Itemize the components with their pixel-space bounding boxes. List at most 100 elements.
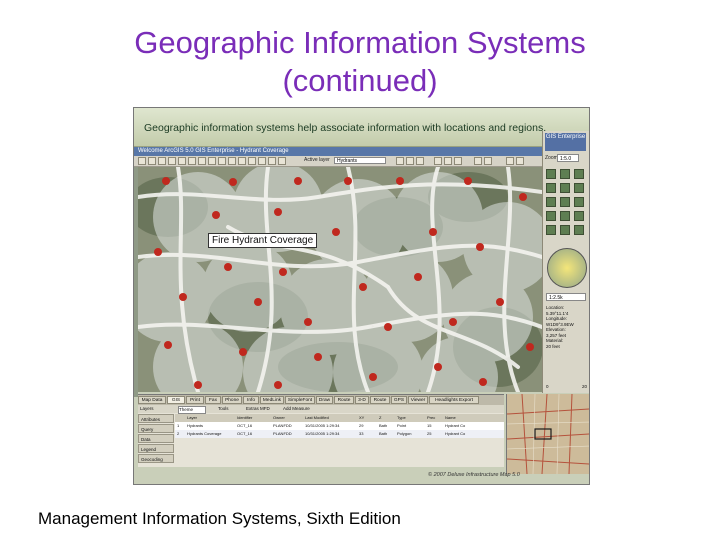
slide-title: Geographic Information Systems (continue… (0, 24, 720, 100)
overview-map[interactable] (506, 394, 589, 474)
data-button[interactable]: Data (138, 434, 174, 443)
query-button[interactable]: Query (138, 424, 174, 433)
copy-icon[interactable] (188, 157, 196, 165)
info-icon[interactable] (516, 157, 524, 165)
tab-gps[interactable]: GPS (391, 396, 407, 404)
tab-fax[interactable]: Fax (205, 396, 221, 404)
print-tool-icon[interactable] (546, 225, 556, 235)
slide-title-line2: (continued) (282, 63, 438, 98)
toolbar: Active layer Hydrants (134, 156, 542, 167)
tab-print[interactable]: Print (186, 396, 204, 404)
scale-field[interactable]: 1:2.5k (546, 293, 586, 301)
rotate-tool-icon[interactable] (574, 169, 584, 179)
pointer-icon[interactable] (434, 157, 442, 165)
edit-tool-icon[interactable] (560, 197, 570, 207)
table-cell: 1 (177, 423, 180, 428)
zoom-tool-icon[interactable] (560, 169, 570, 179)
zoom-in-icon[interactable] (218, 157, 226, 165)
table-cell: PLANFDD (273, 431, 292, 436)
magnify-icon[interactable] (454, 157, 462, 165)
tab-gis[interactable]: GIS (167, 396, 185, 404)
add-measure-button[interactable]: Add Measure (283, 406, 310, 412)
tab-simplefont[interactable]: SimpleFont (285, 396, 315, 404)
save-icon[interactable] (158, 157, 166, 165)
export-tool-icon[interactable] (560, 225, 570, 235)
tab-draw[interactable]: Draw (316, 396, 333, 404)
table-header-cell: Identifier (237, 415, 253, 420)
refresh-icon[interactable] (396, 157, 404, 165)
tab-phone[interactable]: Phone (222, 396, 242, 404)
table-row[interactable]: 2 Hydrants Coverage OCT_16 PLANFDD 10/31… (175, 430, 504, 438)
paste-icon[interactable] (198, 157, 206, 165)
arrows-icon[interactable] (484, 157, 492, 165)
table-header-cell: Layer (187, 415, 198, 420)
pan-tool-icon[interactable] (546, 169, 556, 179)
layers-select[interactable]: Theme (178, 406, 206, 414)
layers-icon[interactable] (406, 157, 414, 165)
table-row[interactable]: 1 Hydrants OCT_16 PLANFDD 10/31/2005 1:2… (175, 422, 504, 430)
table-cell: PLANFDD (273, 423, 292, 428)
table-cell: 10/31/2005 1:29:34 (305, 423, 340, 428)
attributes-button[interactable]: Attributes (138, 414, 174, 423)
tab-info[interactable]: Info (243, 396, 259, 404)
identify-tool-icon[interactable] (560, 183, 570, 193)
table-cell: Hydrants Coverage (187, 431, 222, 436)
zoom-field[interactable]: 1:5.0 (557, 154, 579, 162)
tools-menu[interactable]: Tools (218, 406, 229, 412)
undo-icon[interactable] (208, 157, 216, 165)
measure-tool-icon[interactable] (574, 183, 584, 193)
extras-menu[interactable]: Extras MFD (246, 406, 270, 412)
draw-tool-icon[interactable] (546, 197, 556, 207)
globe-icon[interactable] (278, 157, 286, 165)
tab-bar: Map Data GIS Print Fax Phone Info MedLin… (138, 395, 504, 405)
help-icon[interactable] (506, 157, 514, 165)
zoom-slider[interactable]: 0 20 (546, 384, 587, 390)
window-title: Welcome ArcGIS 5.0 GIS Enterprise - Hydr… (134, 147, 546, 156)
erase-tool-icon[interactable] (574, 197, 584, 207)
tab-3d[interactable]: 3-D (355, 396, 369, 404)
table-cell: Polygon (397, 431, 412, 436)
tab-route-2[interactable]: Route (370, 396, 390, 404)
table-cell: Hydrant Co (445, 431, 466, 436)
table-cell: 15 (427, 423, 432, 428)
layers-label: Layers (140, 406, 154, 411)
tab-map-data[interactable]: Map Data (138, 396, 166, 404)
slider-max: 20 (581, 384, 587, 389)
query-tool-icon[interactable] (574, 211, 584, 221)
cut-icon[interactable] (178, 157, 186, 165)
geocoding-button[interactable]: Geocoding (138, 454, 174, 463)
tab-viewer[interactable]: Viewer (408, 396, 428, 404)
table-cell: 33 (359, 431, 364, 436)
compass-icon[interactable] (547, 248, 587, 288)
table-cell: 10/31/2005 1:29:34 (305, 431, 340, 436)
tab-headlights-export[interactable]: Headlights Export (429, 396, 479, 404)
layer-tool-icon[interactable] (574, 225, 584, 235)
tab-medlink[interactable]: MedLink (260, 396, 284, 404)
active-layer-select[interactable]: Hydrants (334, 157, 386, 164)
map-view[interactable]: Fire Hydrant Coverage (138, 167, 542, 392)
open-icon[interactable] (148, 157, 156, 165)
tab-route[interactable]: Route (334, 396, 354, 404)
hand-icon[interactable] (444, 157, 452, 165)
info-line: 20 feet (546, 343, 560, 349)
buffer-tool-icon[interactable] (560, 211, 570, 221)
measure-icon[interactable] (268, 157, 276, 165)
route-tool-icon[interactable] (546, 211, 556, 221)
table-cell: 29 (359, 423, 364, 428)
table-header-cell: Last Modified (305, 415, 329, 420)
print-icon[interactable] (168, 157, 176, 165)
identify-icon[interactable] (258, 157, 266, 165)
slide-title-line1: Geographic Information Systems (134, 25, 586, 60)
zoom-out-icon[interactable] (228, 157, 236, 165)
legend-button[interactable]: Legend (138, 444, 174, 453)
binoculars-icon[interactable] (474, 157, 482, 165)
table-header-cell: XY (359, 415, 365, 420)
table-cell: 25 (427, 431, 432, 436)
select-tool-icon[interactable] (546, 183, 556, 193)
table-header-cell: Owner (273, 415, 285, 420)
pan-icon[interactable] (238, 157, 246, 165)
new-icon[interactable] (138, 157, 146, 165)
legend-icon[interactable] (416, 157, 424, 165)
table-header-cell: Z (379, 415, 382, 420)
select-icon[interactable] (248, 157, 256, 165)
